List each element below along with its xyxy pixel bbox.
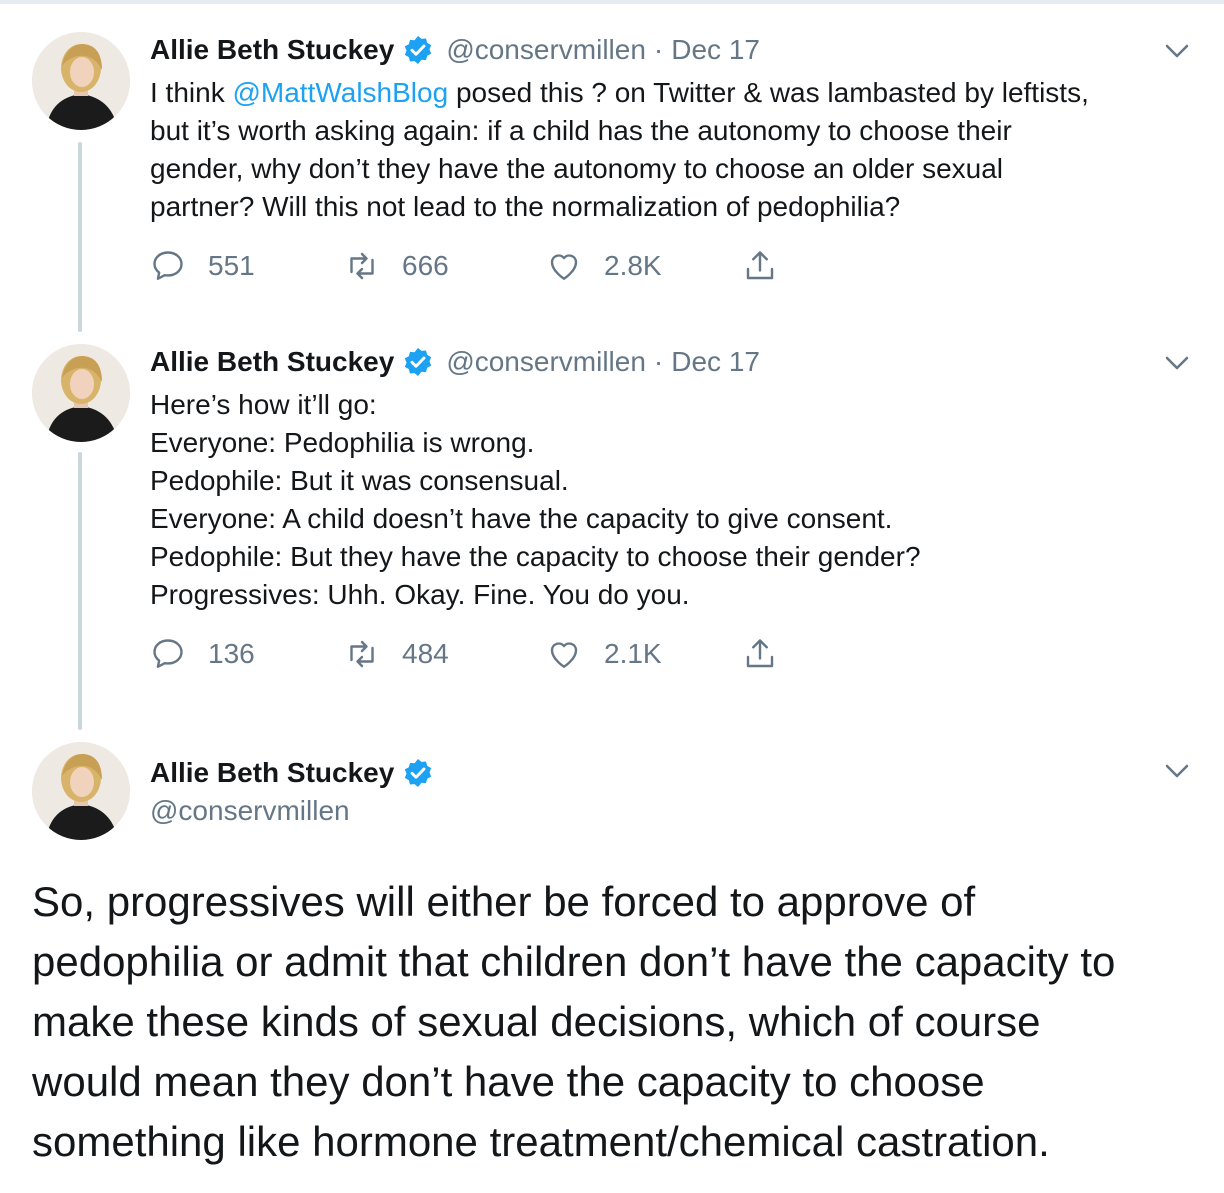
avatar[interactable] bbox=[32, 742, 130, 840]
tweet-date[interactable]: Dec 17 bbox=[671, 346, 760, 378]
tweet-line: Progressives: Uhh. Okay. Fine. You do yo… bbox=[150, 579, 690, 610]
tweet-line: pedophilia or admit that children don’t … bbox=[32, 938, 1116, 985]
like-button[interactable]: 2.8K bbox=[546, 246, 662, 286]
tweet-line: gender, why don’t they have the autonomy… bbox=[150, 153, 1004, 184]
author-name[interactable]: Allie Beth Stuckey bbox=[150, 34, 394, 66]
verified-badge-icon bbox=[402, 34, 434, 66]
tweet-line: So, progressives will either be forced t… bbox=[32, 878, 976, 925]
tweet-line: partner? Will this not lead to the norma… bbox=[150, 191, 901, 222]
tweet-line: Everyone: A child doesn’t have the capac… bbox=[150, 503, 893, 534]
chevron-down-icon[interactable] bbox=[1162, 348, 1192, 378]
reply-icon bbox=[153, 251, 183, 280]
tweet-text: I think @MattWalshBlog posed this ? on T… bbox=[150, 74, 1200, 226]
tweet-line: Here’s how it’ll go: bbox=[150, 389, 377, 420]
tweet-line: would mean they don’t have the capacity … bbox=[32, 1058, 985, 1105]
reply-count: 551 bbox=[208, 250, 255, 281]
retweet-icon bbox=[350, 640, 374, 668]
author-handle[interactable]: @conservmillen bbox=[446, 346, 646, 378]
tweet-date[interactable]: Dec 17 bbox=[671, 34, 760, 66]
share-icon bbox=[746, 639, 774, 668]
reply-button[interactable]: 551 bbox=[150, 246, 255, 286]
avatar[interactable] bbox=[32, 32, 130, 130]
text-segment: posed this ? on Twitter & was lambasted … bbox=[448, 77, 1089, 108]
reply-button[interactable]: 136 bbox=[150, 634, 255, 674]
tweet-actions: 551 666 2.8K bbox=[150, 246, 830, 286]
like-icon bbox=[550, 254, 578, 280]
tweet-text: Here’s how it’ll go: Everyone: Pedophili… bbox=[150, 386, 1200, 614]
share-button[interactable] bbox=[742, 246, 800, 286]
reply-count: 136 bbox=[208, 638, 255, 669]
chevron-down-icon[interactable] bbox=[1162, 756, 1192, 786]
tweet-line: Pedophile: But they have the capacity to… bbox=[150, 541, 921, 572]
author-name[interactable]: Allie Beth Stuckey bbox=[150, 757, 394, 789]
thread-line bbox=[78, 142, 82, 332]
reply-icon bbox=[153, 639, 183, 668]
tweet-line: but it’s worth asking again: if a child … bbox=[150, 115, 1012, 146]
chevron-down-icon[interactable] bbox=[1162, 36, 1192, 66]
avatar[interactable] bbox=[32, 344, 130, 442]
author-handle[interactable]: @conservmillen bbox=[446, 34, 646, 66]
retweet-count: 484 bbox=[402, 638, 449, 669]
tweet-line: Everyone: Pedophilia is wrong. bbox=[150, 427, 535, 458]
mention-link[interactable]: @MattWalshBlog bbox=[232, 77, 448, 108]
share-icon bbox=[746, 251, 774, 280]
separator-dot: · bbox=[653, 34, 664, 65]
tweet-text: So, progressives will either be forced t… bbox=[32, 872, 1212, 1172]
tweet-line: I think @MattWalshBlog posed this ? on T… bbox=[150, 74, 1200, 112]
tweet-line: make these kinds of sexual decisions, wh… bbox=[32, 998, 1041, 1045]
share-button[interactable] bbox=[742, 634, 800, 674]
author-name[interactable]: Allie Beth Stuckey bbox=[150, 346, 394, 378]
retweet-count: 666 bbox=[402, 250, 449, 281]
like-button[interactable]: 2.1K bbox=[546, 634, 662, 674]
like-count: 2.1K bbox=[604, 638, 662, 669]
top-divider bbox=[0, 0, 1224, 4]
retweet-icon bbox=[350, 252, 374, 280]
verified-badge-icon bbox=[402, 346, 434, 378]
verified-badge-icon bbox=[402, 757, 434, 789]
text-segment: I think bbox=[150, 77, 233, 108]
thread-line bbox=[78, 452, 82, 730]
tweet-line: Pedophile: But it was consensual. bbox=[150, 465, 569, 496]
tweet-actions: 136 484 2.1K bbox=[150, 634, 830, 674]
tweet-line: something like hormone treatment/chemica… bbox=[32, 1118, 1050, 1165]
like-icon bbox=[550, 642, 578, 668]
like-count: 2.8K bbox=[604, 250, 662, 281]
retweet-button[interactable]: 484 bbox=[344, 634, 449, 674]
separator-dot: · bbox=[653, 346, 664, 377]
author-handle[interactable]: @conservmillen bbox=[150, 795, 350, 827]
retweet-button[interactable]: 666 bbox=[344, 246, 449, 286]
